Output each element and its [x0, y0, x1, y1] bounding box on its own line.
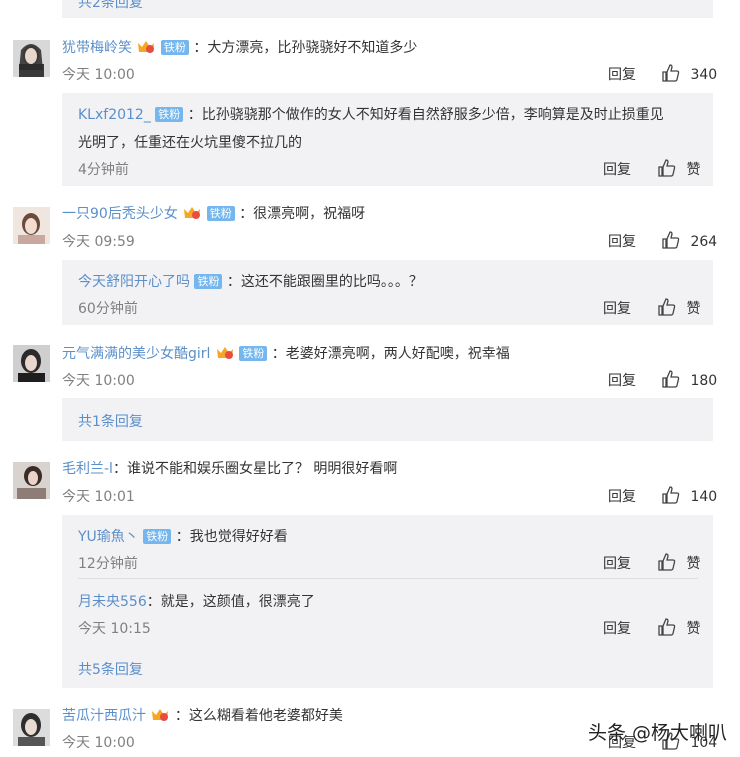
like-count: 340: [690, 67, 718, 83]
crown-icon: [150, 707, 170, 722]
thumbs-up-icon: [658, 618, 676, 636]
watermark: 头条 @杨大喇叭: [588, 722, 728, 744]
like-button[interactable]: 赞: [658, 553, 700, 573]
like-button[interactable]: 340: [662, 64, 717, 83]
username[interactable]: 毛利兰-l: [62, 461, 113, 477]
reply-time: 12分钟前: [78, 556, 138, 572]
reply-button[interactable]: 回复: [603, 618, 631, 638]
reply-text: ：就是，这颜值，很漂亮了: [146, 594, 315, 610]
more-replies-link[interactable]: 共1条回复: [78, 411, 143, 431]
reply-time: 今天 10:15: [78, 621, 151, 637]
like-button[interactable]: 180: [662, 370, 717, 389]
thumbs-up-icon: [658, 553, 676, 571]
reply-header: YU瑜魚丶 铁粉 ：我也觉得好好看: [78, 526, 288, 546]
reply-text: ：我也觉得好好看: [175, 529, 288, 545]
thumbs-up-icon: [658, 159, 676, 177]
like-label: 赞: [686, 556, 701, 572]
username[interactable]: 犹带梅岭笑: [62, 40, 132, 56]
reply-text-cont: 光明了，任重还在火坑里傻不拉几的: [78, 135, 302, 151]
like-count: 264: [690, 234, 718, 250]
fan-badge: 铁粉: [155, 107, 184, 122]
thumbs-up-icon: [662, 486, 680, 504]
avatar[interactable]: [13, 207, 50, 244]
reply-button[interactable]: 回复: [603, 553, 631, 573]
thumbs-up-icon: [662, 231, 680, 249]
comment-text: ：很漂亮啊，祝福呀: [239, 206, 366, 222]
reply-box: KLxf2012_ 铁粉 ：比孙骁骁那个做作的女人不知好看自然舒服多少倍，李响算…: [62, 93, 713, 186]
like-count: 180: [690, 373, 718, 389]
more-replies-link[interactable]: 共2条回复: [78, 0, 143, 12]
like-button[interactable]: 赞: [658, 618, 700, 638]
fan-badge: 铁粉: [239, 346, 268, 361]
reply-time: 60分钟前: [78, 301, 138, 317]
avatar[interactable]: [13, 345, 50, 382]
comment-header: 元气满满的美少女酷girl 铁粉 ：老婆好漂亮啊，两人好配噢，祝幸福: [62, 343, 510, 363]
username[interactable]: 今天舒阳开心了吗: [78, 274, 190, 290]
reply-button[interactable]: 回复: [608, 64, 636, 84]
reply-button[interactable]: 回复: [608, 370, 636, 390]
reply-box: YU瑜魚丶 铁粉 ：我也觉得好好看 12分钟前 回复 赞 月未央556：就是，这…: [62, 515, 713, 688]
fan-badge: 铁粉: [206, 206, 235, 221]
fan-badge: 铁粉: [194, 274, 223, 289]
divider: [78, 578, 698, 579]
reply-button[interactable]: 回复: [603, 298, 631, 318]
reply-time: 4分钟前: [78, 162, 129, 178]
thumbs-up-icon: [662, 64, 680, 82]
reply-button[interactable]: 回复: [608, 231, 636, 251]
username[interactable]: YU瑜魚丶: [78, 529, 139, 545]
comment-text: ：大方漂亮，比孙骁骁好不知道多少: [193, 40, 418, 56]
comment-time: 今天 10:01: [62, 489, 135, 505]
crown-icon: [215, 345, 235, 360]
crown-icon: [136, 39, 156, 54]
username[interactable]: KLxf2012_: [78, 107, 151, 123]
crown-icon: [182, 205, 202, 220]
username[interactable]: 苦瓜汁西瓜汁: [62, 708, 146, 724]
reply-box-top: 共2条回复: [62, 0, 713, 18]
comment-time: 今天 10:00: [62, 373, 135, 389]
comment-header: 一只90后秃头少女 铁粉 ：很漂亮啊，祝福呀: [62, 203, 365, 223]
comment-header: 毛利兰-l：谁说不能和娱乐圈女星比了？ 明明很好看啊: [62, 458, 397, 478]
like-label: 赞: [686, 301, 701, 317]
like-button[interactable]: 140: [662, 486, 717, 505]
reply-header: KLxf2012_ 铁粉 ：比孙骁骁那个做作的女人不知好看自然舒服多少倍，李响算…: [78, 104, 664, 124]
like-label: 赞: [686, 162, 701, 178]
reply-header: 今天舒阳开心了吗 铁粉 ：这还不能跟圈里的比吗。。。？: [78, 271, 423, 291]
username[interactable]: 元气满满的美少女酷girl: [62, 346, 210, 362]
reply-button[interactable]: 回复: [608, 486, 636, 506]
avatar[interactable]: [13, 40, 50, 77]
thumbs-up-icon: [662, 370, 680, 388]
like-count: 140: [690, 489, 718, 505]
username[interactable]: 一只90后秃头少女: [62, 206, 178, 222]
like-button[interactable]: 赞: [658, 298, 700, 318]
comment-time: 今天 10:00: [62, 735, 135, 751]
more-replies-link[interactable]: 共5条回复: [78, 659, 143, 679]
like-label: 赞: [686, 621, 701, 637]
comment-time: 今天 10:00: [62, 67, 135, 83]
comment-time: 今天 09:59: [62, 234, 135, 250]
username[interactable]: 月未央556: [78, 594, 147, 610]
comment-header: 犹带梅岭笑 铁粉 ：大方漂亮，比孙骁骁好不知道多少: [62, 37, 417, 57]
comment-text: ：这么糊看着他老婆都好美: [174, 708, 343, 724]
reply-box: 共1条回复: [62, 398, 713, 441]
reply-text: ：比孙骁骁那个做作的女人不知好看自然舒服多少倍，李响算是及时止损重见: [187, 107, 664, 123]
reply-box: 今天舒阳开心了吗 铁粉 ：这还不能跟圈里的比吗。。。？ 60分钟前 回复 赞: [62, 260, 713, 325]
reply-button[interactable]: 回复: [603, 159, 631, 179]
avatar[interactable]: [13, 709, 50, 746]
fan-badge: 铁粉: [160, 40, 189, 55]
like-button[interactable]: 264: [662, 231, 717, 250]
comment-text: ：谁说不能和娱乐圈女星比了？ 明明很好看啊: [112, 461, 398, 477]
reply-text: ：这还不能跟圈里的比吗。。。？: [226, 274, 423, 290]
thumbs-up-icon: [658, 298, 676, 316]
comment-text: ：老婆好漂亮啊，两人好配噢，祝幸福: [271, 346, 510, 362]
like-button[interactable]: 赞: [658, 159, 700, 179]
fan-badge: 铁粉: [143, 529, 172, 544]
avatar[interactable]: [13, 462, 50, 499]
comment-header: 苦瓜汁西瓜汁 ：这么糊看着他老婆都好美: [62, 705, 343, 725]
reply-header: 月未央556：就是，这颜值，很漂亮了: [78, 591, 315, 611]
